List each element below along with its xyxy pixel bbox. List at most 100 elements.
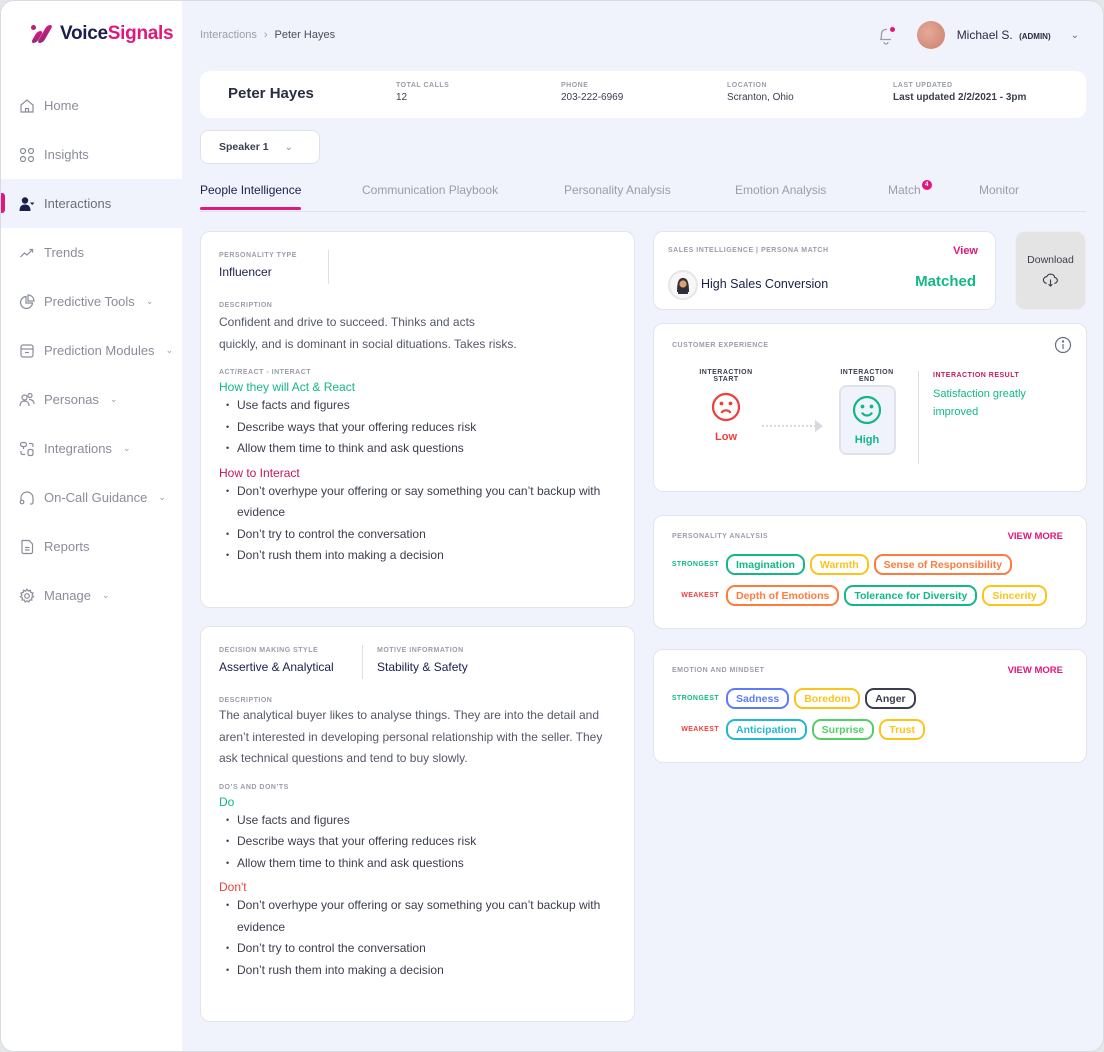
tab-emotion-analysis[interactable]: Emotion Analysis <box>735 183 826 197</box>
trend-icon <box>19 245 35 261</box>
emotion-tag[interactable]: Anticipation <box>726 719 807 740</box>
trait-tag[interactable]: Warmth <box>809 554 869 575</box>
info-icon[interactable] <box>1054 336 1072 354</box>
sidebar-item-label: Predictive Tools <box>44 294 135 309</box>
interaction-start: INTERACTION START Low <box>688 369 764 443</box>
chevron-down-icon: ⌄ <box>158 492 166 502</box>
description-label: DESCRIPTION <box>219 302 273 309</box>
weakest-row: WEAKEST Anticipation Surprise Trust <box>664 719 930 740</box>
sidebar-item-interactions[interactable]: Interactions <box>1 179 182 228</box>
chevron-down-icon: ⌄ <box>145 296 154 306</box>
chevron-down-icon: ⌄ <box>284 141 294 153</box>
interaction-end: INTERACTION END High <box>830 369 904 455</box>
trait-tag[interactable]: Sense of Responsibility <box>873 554 1013 575</box>
user-menu-chevron-icon[interactable]: ⌄ <box>1071 30 1079 41</box>
trait-tag[interactable]: Depth of Emotions <box>726 585 840 606</box>
tab-label: Monitor <box>979 183 1020 197</box>
tab-communication-playbook[interactable]: Communication Playbook <box>362 183 498 197</box>
breadcrumb-current: Peter Hayes <box>274 29 336 41</box>
sidebar-item-manage[interactable]: Manage ⌄ <box>1 571 182 620</box>
interaction-end-highlight: High <box>838 385 896 455</box>
customer-experience-label: CUSTOMER EXPERIENCE <box>672 342 769 349</box>
user-avatar[interactable] <box>916 21 945 49</box>
decision-style-label: DECISION MAKING STYLE <box>219 647 319 654</box>
total-calls-field: TOTAL CALLS 12 <box>396 82 449 103</box>
chevron-down-icon: ⌄ <box>101 590 110 600</box>
sidebar-item-label: Integrations <box>44 441 112 456</box>
tab-match[interactable]: Match 4 <box>888 180 932 197</box>
trait-tag[interactable]: Imagination <box>726 554 805 575</box>
view-link[interactable]: View <box>953 245 978 257</box>
user-area: Michael S. (ADMIN) ⌄ <box>875 21 1079 49</box>
chevron-down-icon: ⌄ <box>122 443 131 453</box>
sidebar-item-label: On-Call Guidance <box>44 490 148 505</box>
list-item: Allow them time to think and ask questio… <box>226 853 614 875</box>
integrations-icon <box>19 441 35 457</box>
motive-label: MOTIVE INFORMATION <box>377 647 464 654</box>
document-icon <box>19 539 35 555</box>
interaction-result-text: improved <box>933 406 979 418</box>
user-name[interactable]: Michael S. (ADMIN) <box>957 28 1051 42</box>
logo[interactable]: VoiceSignals <box>28 23 174 45</box>
arrow-right-icon <box>815 420 823 432</box>
headphones-icon <box>19 490 35 506</box>
sidebar-item-home[interactable]: Home <box>1 81 182 130</box>
notification-bell-button[interactable] <box>875 24 897 46</box>
field-label: PHONE <box>561 82 589 89</box>
sidebar-item-label: Trends <box>44 245 84 260</box>
emotion-tag[interactable]: Trust <box>879 719 925 740</box>
user-chat-icon <box>19 196 35 212</box>
view-more-link[interactable]: VIEW MORE <box>1008 665 1063 676</box>
interaction-start-label: START <box>713 376 739 383</box>
divider <box>362 645 363 679</box>
decision-making-card: DECISION MAKING STYLE Assertive & Analyt… <box>200 626 635 1022</box>
emotion-tag[interactable]: Boredom <box>794 688 861 709</box>
contact-header-card: Peter Hayes TOTAL CALLS 12 PHONE 203-222… <box>200 71 1086 118</box>
sidebar-item-label: Insights <box>44 147 89 162</box>
sidebar-item-personas[interactable]: Personas ⌄ <box>1 375 182 424</box>
sidebar-item-trends[interactable]: Trends <box>1 228 182 277</box>
download-button[interactable]: Download <box>1015 231 1086 310</box>
view-more-link[interactable]: VIEW MORE <box>1008 531 1063 542</box>
brand-name-part2: Signals <box>107 23 174 44</box>
user-role: (ADMIN) <box>1019 32 1051 41</box>
sidebar-item-integrations[interactable]: Integrations ⌄ <box>1 424 182 473</box>
list-item: Don’t try to control the conversation <box>226 524 616 546</box>
sidebar-item-prediction-modules[interactable]: Prediction Modules ⌄ <box>1 326 182 375</box>
arrow-line <box>762 425 820 427</box>
field-label: LAST UPDATED <box>893 82 953 89</box>
breadcrumb-parent-link[interactable]: Interactions <box>200 29 257 41</box>
divider <box>918 371 919 464</box>
sidebar: VoiceSignals Home Insights Interactions … <box>1 1 182 1051</box>
personality-type-card: PERSONALITY TYPE Influencer DESCRIPTION … <box>200 231 635 608</box>
grid-icon <box>19 147 35 163</box>
trait-tag[interactable]: Sincerity <box>982 585 1047 606</box>
field-value: Scranton, Ohio <box>727 92 794 103</box>
phone-field: PHONE 203-222-6969 <box>561 82 623 103</box>
list-item: Don’t rush them into making a decision <box>226 545 616 567</box>
tab-personality-analysis[interactable]: Personality Analysis <box>564 183 671 197</box>
tab-people-intelligence[interactable]: People Intelligence <box>200 183 302 210</box>
emotion-tag[interactable]: Anger <box>865 688 916 709</box>
emotion-tag[interactable]: Surprise <box>811 719 875 740</box>
tab-monitor[interactable]: Monitor <box>979 183 1019 197</box>
sidebar-item-on-call-guidance[interactable]: On-Call Guidance ⌄ <box>1 473 182 522</box>
list-item: Describe ways that your offering reduces… <box>226 831 614 853</box>
do-heading: Do <box>219 794 235 809</box>
tab-bar: People Intelligence Communication Playbo… <box>200 180 1086 212</box>
emotion-tag[interactable]: Sadness <box>726 688 790 709</box>
list-item: Don’t overhype your offering or say some… <box>226 895 614 938</box>
dos-donts-label: DO’S AND DON’TS <box>219 783 289 791</box>
speaker-select[interactable]: Speaker 1 ⌄ <box>200 130 320 164</box>
interaction-result-label: INTERACTION RESULT <box>933 372 1020 379</box>
weakest-label: WEAKEST <box>681 592 719 599</box>
sidebar-item-reports[interactable]: Reports <box>1 522 182 571</box>
tab-label: Personality Analysis <box>564 183 671 197</box>
tab-label: Match <box>888 183 921 197</box>
trait-tag[interactable]: Tolerance for Diversity <box>844 585 978 606</box>
sidebar-item-predictive-tools[interactable]: Predictive Tools ⌄ <box>1 277 182 326</box>
sidebar-item-insights[interactable]: Insights <box>1 130 182 179</box>
sidebar-item-label: Interactions <box>44 196 112 211</box>
sidebar-nav: Home Insights Interactions Trends Predic… <box>1 81 182 620</box>
personality-type-label: PERSONALITY TYPE <box>219 252 297 259</box>
